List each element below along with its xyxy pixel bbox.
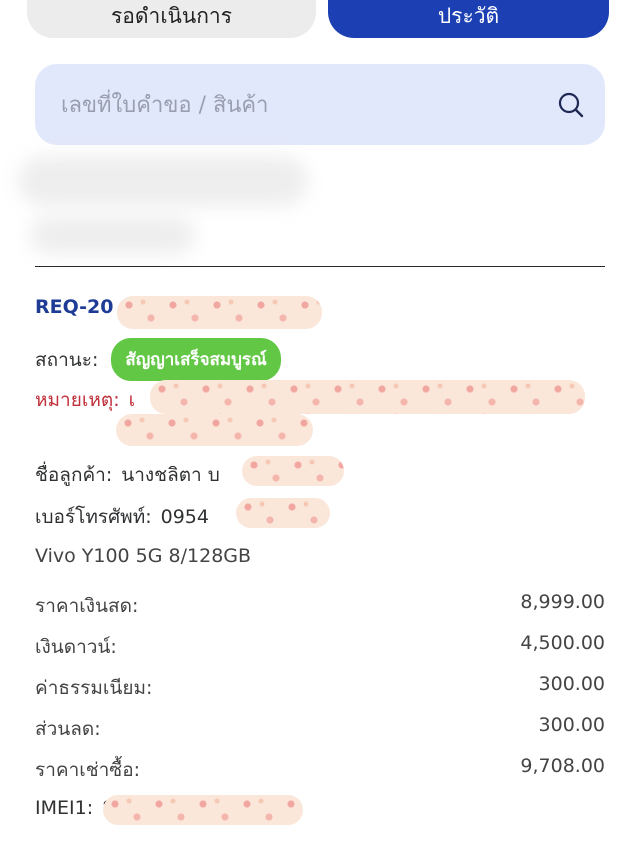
price-label: ราคาเงินสด: (35, 595, 139, 617)
imei-label: IMEI1: (35, 797, 94, 819)
tab-pending-label: รอดำเนินการ (111, 3, 232, 28)
phone-row: เบอร์โทรศัพท์: 0954 (35, 502, 209, 532)
censored-sticker-phone (236, 498, 330, 528)
blurred-filter-area (18, 156, 308, 206)
customer-value: นางชลิตา บ (121, 464, 220, 486)
product-name: Vivo Y100 5G 8/128GB (35, 545, 252, 567)
price-amount: 8,999.00 (520, 591, 605, 613)
price-amount: 300.00 (538, 673, 605, 695)
price-row-cash: ราคาเงินสด: 8,999.00 (35, 591, 605, 619)
price-label: เงินดาวน์: (35, 636, 117, 658)
price-row-down-payment: เงินดาวน์: 4,500.00 (35, 632, 605, 660)
price-label: ราคาเช่าซื้อ: (35, 759, 141, 781)
note-row: หมายเหตุ: เ (35, 385, 135, 415)
price-amount: 4,500.00 (520, 632, 605, 654)
status-label: สถานะ: (35, 348, 99, 371)
phone-value: 0954 (160, 506, 209, 528)
customer-row: ชื่อลูกค้า: นางชลิตา บ (35, 460, 220, 490)
blurred-filter-area-2 (30, 216, 195, 254)
search-input[interactable] (59, 82, 533, 128)
status-row: สถานะ: สัญญาเสร็จสมบูรณ์ (35, 338, 281, 381)
censored-sticker-request-id (117, 296, 322, 329)
tab-history[interactable]: ประวัติ (328, 0, 609, 38)
censored-sticker-customer (242, 456, 344, 486)
tab-history-label: ประวัติ (437, 3, 500, 28)
price-row-discount: ส่วนลด: 300.00 (35, 714, 605, 742)
price-label: ค่าธรรมเนียม: (35, 677, 153, 699)
search-bar (35, 64, 605, 145)
censored-sticker-imei (103, 795, 303, 825)
note-label: หมายเหตุ: (35, 389, 120, 411)
price-amount: 9,708.00 (520, 755, 605, 777)
censored-sticker-note-2 (116, 414, 313, 446)
divider (35, 266, 605, 267)
price-amount: 300.00 (538, 714, 605, 736)
request-id-row: REQ-20 (35, 296, 113, 318)
note-value: เ (128, 389, 136, 411)
censored-sticker-note (150, 380, 585, 414)
request-id: REQ-20 (35, 296, 114, 318)
phone-label: เบอร์โทรศัพท์: (35, 506, 152, 528)
search-icon[interactable] (557, 91, 585, 119)
status-badge: สัญญาเสร็จสมบูรณ์ (111, 338, 281, 381)
tab-pending[interactable]: รอดำเนินการ (27, 0, 316, 38)
customer-label: ชื่อลูกค้า: (35, 464, 113, 486)
price-label: ส่วนลด: (35, 718, 101, 740)
price-row-fee: ค่าธรรมเนียม: 300.00 (35, 673, 605, 701)
price-row-hire-purchase: ราคาเช่าซื้อ: 9,708.00 (35, 755, 605, 783)
